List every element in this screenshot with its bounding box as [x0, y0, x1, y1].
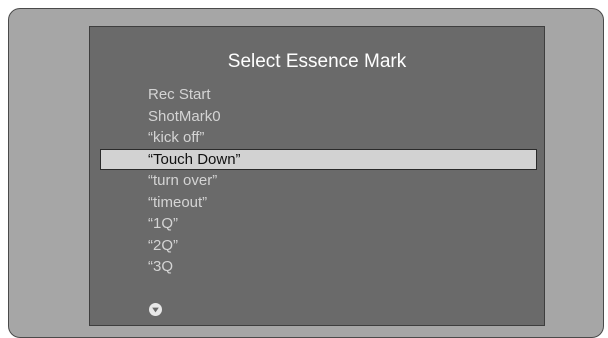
- menu-item-label: “3Q: [148, 258, 174, 275]
- menu-item-2q[interactable]: “2Q”: [90, 235, 544, 257]
- menu-item-label: “turn over”: [148, 172, 218, 189]
- menu-item-rec-start[interactable]: Rec Start: [90, 84, 544, 106]
- menu-item-label: ShotMark0: [148, 107, 221, 125]
- scroll-down-indicator-icon[interactable]: [149, 303, 162, 316]
- menu-item-label: “1Q”: [148, 215, 178, 232]
- essence-mark-list: Rec Start ShotMark0 “kick off” “Touch Do…: [90, 84, 544, 278]
- menu-item-3q[interactable]: “3Q: [90, 256, 544, 278]
- menu-item-label: “kick off”: [148, 129, 205, 146]
- menu-item-label: Rec Start: [148, 86, 211, 103]
- viewfinder-screen: Select Essence Mark Rec Start ShotMark0 …: [8, 8, 604, 338]
- menu-item-label: “Touch Down”: [148, 150, 241, 168]
- menu-item-kick-off[interactable]: “kick off”: [90, 127, 544, 149]
- menu-item-turn-over[interactable]: “turn over”: [90, 170, 544, 192]
- essence-mark-menu: Select Essence Mark Rec Start ShotMark0 …: [89, 26, 545, 326]
- menu-item-1q[interactable]: “1Q”: [90, 213, 544, 235]
- menu-title: Select Essence Mark: [227, 51, 407, 72]
- menu-item-label: “2Q”: [148, 236, 178, 254]
- menu-item-touch-down[interactable]: “Touch Down”: [90, 148, 544, 171]
- menu-item-timeout[interactable]: “timeout”: [90, 192, 544, 214]
- menu-item-shotmark0[interactable]: ShotMark0: [90, 106, 544, 128]
- menu-item-label: “timeout”: [148, 193, 208, 211]
